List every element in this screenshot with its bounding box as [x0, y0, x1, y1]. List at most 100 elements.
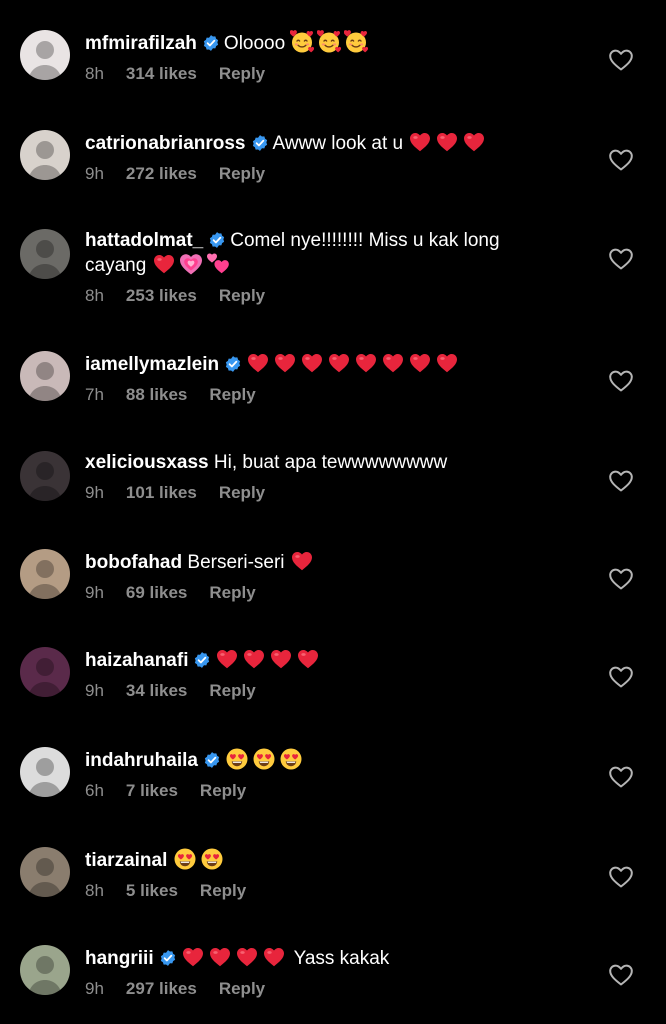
red-heart-emoji-icon: [208, 945, 232, 969]
two-hearts-emoji-icon: [206, 252, 230, 276]
like-heart-icon[interactable]: [608, 469, 634, 493]
username-link[interactable]: catrionabrianross: [85, 133, 246, 154]
like-heart-icon[interactable]: [608, 765, 634, 789]
comment-meta: 9h 297 likes Reply: [85, 979, 555, 999]
like-heart-icon[interactable]: [608, 865, 634, 889]
likes-count[interactable]: 34 likes: [126, 681, 187, 700]
red-heart-emoji-icon: [262, 945, 286, 969]
like-heart-icon[interactable]: [608, 369, 634, 393]
reply-button[interactable]: Reply: [219, 64, 265, 83]
reply-button[interactable]: Reply: [209, 681, 255, 700]
comment-list: mfmirafilzah Oloooo 8h 314 likes Reply catri…: [0, 0, 666, 1024]
username-link[interactable]: iamellymazlein: [85, 354, 219, 375]
comment-meta: 8h 5 likes Reply: [85, 881, 555, 901]
username-link[interactable]: bobofahad: [85, 552, 182, 573]
like-heart-icon[interactable]: [608, 567, 634, 591]
reply-button[interactable]: Reply: [219, 164, 265, 183]
reply-button[interactable]: Reply: [200, 881, 246, 900]
red-heart-emoji-icon: [408, 130, 432, 154]
red-heart-emoji-icon: [462, 130, 486, 154]
red-heart-emoji-icon: [269, 647, 293, 671]
comment-body: hattadolmat_ Comel nye!!!!!!!! Miss u kak…: [85, 229, 555, 306]
reply-button[interactable]: Reply: [219, 286, 265, 305]
red-heart-emoji-icon: [435, 351, 459, 375]
reply-button[interactable]: Reply: [209, 385, 255, 404]
likes-count[interactable]: 88 likes: [126, 385, 187, 404]
comment-text: Yass kakak: [293, 948, 390, 969]
likes-count[interactable]: 314 likes: [126, 64, 197, 83]
red-heart-emoji-icon: [215, 647, 239, 671]
red-heart-emoji-icon: [273, 351, 297, 375]
username-link[interactable]: xeliciousxass: [85, 452, 209, 473]
red-heart-emoji-icon: [408, 351, 432, 375]
comment-time: 8h: [85, 286, 104, 305]
reply-button[interactable]: Reply: [219, 979, 265, 998]
likes-count[interactable]: 297 likes: [126, 979, 197, 998]
reply-button[interactable]: Reply: [200, 781, 246, 800]
reply-button[interactable]: Reply: [209, 583, 255, 602]
username-link[interactable]: hattadolmat_: [85, 230, 203, 251]
comment-time: 8h: [85, 64, 104, 83]
comment-meta: 7h 88 likes Reply: [85, 385, 555, 405]
likes-count[interactable]: 101 likes: [126, 483, 197, 502]
likes-count[interactable]: 272 likes: [126, 164, 197, 183]
comment-time: 7h: [85, 385, 104, 404]
comment-time: 8h: [85, 881, 104, 900]
avatar[interactable]: [20, 747, 70, 797]
like-heart-icon[interactable]: [608, 665, 634, 689]
like-heart-icon[interactable]: [608, 247, 634, 271]
username-link[interactable]: hangriii: [85, 948, 154, 969]
comment-body: xeliciousxass Hi, buat apa tewwwwwwww 9h…: [85, 451, 555, 503]
avatar[interactable]: [20, 351, 70, 401]
red-heart-emoji-icon: [300, 351, 324, 375]
comment-text: Berseri-seri: [187, 552, 285, 573]
red-heart-emoji-icon: [327, 351, 351, 375]
likes-count[interactable]: 69 likes: [126, 583, 187, 602]
verified-badge-icon: [203, 751, 221, 769]
likes-count[interactable]: 253 likes: [126, 286, 197, 305]
username-link[interactable]: indahruhaila: [85, 750, 198, 771]
username-link[interactable]: tiarzainal: [85, 850, 167, 871]
heart-eyes-emoji-icon: [279, 747, 303, 771]
comment-body: tiarzainal 8h 5 likes Reply: [85, 847, 555, 901]
comment-body: mfmirafilzah Oloooo 8h 314 likes Reply: [85, 30, 555, 84]
username-link[interactable]: mfmirafilzah: [85, 33, 197, 54]
likes-count[interactable]: 7 likes: [126, 781, 178, 800]
likes-count[interactable]: 5 likes: [126, 881, 178, 900]
red-heart-emoji-icon: [290, 549, 314, 573]
comment-time: 9h: [85, 164, 104, 183]
avatar[interactable]: [20, 130, 70, 180]
comment-body: iamellymazlein 7h 88 likes Reply: [85, 351, 555, 405]
comment-meta: 9h 272 likes Reply: [85, 164, 555, 184]
verified-badge-icon: [251, 134, 269, 152]
red-heart-emoji-icon: [354, 351, 378, 375]
comment-time: 9h: [85, 483, 104, 502]
avatar[interactable]: [20, 451, 70, 501]
like-heart-icon[interactable]: [608, 963, 634, 987]
avatar[interactable]: [20, 847, 70, 897]
comment-body: hangriii Yass kakak 9h 297 likes Reply: [85, 945, 555, 999]
like-heart-icon[interactable]: [608, 148, 634, 172]
comment-meta: 9h 34 likes Reply: [85, 681, 555, 701]
reply-button[interactable]: Reply: [219, 483, 265, 502]
comment-text: Oloooo: [223, 33, 286, 54]
verified-badge-icon: [159, 949, 177, 967]
red-heart-emoji-icon: [235, 945, 259, 969]
comment-text: Awww look at u: [272, 133, 404, 154]
comment-meta: 8h 253 likes Reply: [85, 286, 555, 306]
avatar[interactable]: [20, 647, 70, 697]
avatar[interactable]: [20, 30, 70, 80]
verified-badge-icon: [208, 231, 226, 249]
avatar[interactable]: [20, 229, 70, 279]
heart-eyes-emoji-icon: [225, 747, 249, 771]
red-heart-emoji-icon: [181, 945, 205, 969]
smiling-face-with-hearts-emoji-icon: [290, 30, 315, 54]
red-heart-emoji-icon: [246, 351, 270, 375]
avatar[interactable]: [20, 945, 70, 995]
avatar[interactable]: [20, 549, 70, 599]
red-heart-emoji-icon: [435, 130, 459, 154]
username-link[interactable]: haizahanafi: [85, 650, 188, 671]
comment-text: Hi, buat apa tewwwwwwww: [213, 452, 448, 473]
like-heart-icon[interactable]: [608, 48, 634, 72]
red-heart-emoji-icon: [296, 647, 320, 671]
